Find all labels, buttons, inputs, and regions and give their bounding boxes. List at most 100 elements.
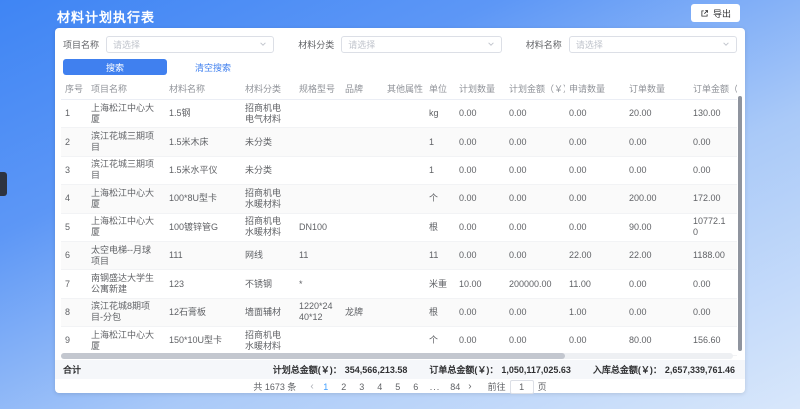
page-number-button[interactable]: 3 [358, 382, 366, 392]
table-cell: 172.00 [689, 185, 737, 213]
table-cell: 0.00 [565, 327, 625, 355]
table-cell: 米重 [425, 270, 455, 298]
table-cell: 滨江花城三期项目 [87, 128, 165, 156]
page-number-button[interactable]: 84 [450, 382, 460, 392]
table-cell [341, 128, 383, 156]
table-cell: 0.00 [565, 156, 625, 184]
table-cell [295, 128, 341, 156]
table-cell [341, 213, 383, 241]
table-row[interactable]: 9上海松江中心大厦150*10U型卡招商机电 水暖材料个0.000.000.00… [61, 327, 737, 355]
left-drawer-handle[interactable] [0, 172, 7, 196]
table-cell: 90.00 [625, 213, 689, 241]
table-cell: 0.00 [455, 100, 505, 128]
table-cell: 6 [61, 241, 87, 269]
table-row[interactable]: 7南钢盛达大学生公寓新建123不锈钢*米重10.00200000.0011.00… [61, 270, 737, 298]
table-cell: 墙面辅材 [241, 298, 295, 326]
table-cell [295, 100, 341, 128]
material-name-select[interactable]: 请选择 [569, 36, 737, 53]
column-header: 材料名称 [165, 78, 241, 100]
table-cell: 3 [61, 156, 87, 184]
table-cell: 上海松江中心大厦 [87, 185, 165, 213]
project-name-select[interactable]: 请选择 [106, 36, 274, 53]
table-cell: 太空电梯--月球项目 [87, 241, 165, 269]
chevron-down-icon [259, 40, 267, 48]
pagination-total-text: 共 1673 条 [253, 380, 296, 393]
page-number-button[interactable]: 2 [340, 382, 348, 392]
table-cell: 滨江花城三期项目 [87, 156, 165, 184]
table-cell: 1188.00 [689, 241, 737, 269]
table-cell [341, 241, 383, 269]
table-cell: DN100 [295, 213, 341, 241]
column-header: 序号 [61, 78, 87, 100]
column-header: 订单数量 [625, 78, 689, 100]
table-cell [383, 241, 425, 269]
table-row[interactable]: 4上海松江中心大厦100*8U型卡招商机电 水暖材料个0.000.000.002… [61, 185, 737, 213]
table-row[interactable]: 6太空电梯--月球项目111网线11110.000.0022.0022.0011… [61, 241, 737, 269]
table-row[interactable]: 2滨江花城三期项目1.5米木床未分类10.000.000.000.000.00 [61, 128, 737, 156]
table-cell: 150*10U型卡 [165, 327, 241, 355]
table-row[interactable]: 1上海松江中心大厦1.5钢招商机电 电气材料kg0.000.000.0020.0… [61, 100, 737, 128]
column-header: 材料分类 [241, 78, 295, 100]
table-cell: 100镀锌管G [165, 213, 241, 241]
page-number-button[interactable]: 6 [412, 382, 420, 392]
table-cell: 10772.10 [689, 213, 737, 241]
table-cell: 0.00 [455, 327, 505, 355]
table-cell: 0.00 [455, 156, 505, 184]
clear-search-link[interactable]: 清空搜索 [195, 61, 231, 74]
table-cell [295, 327, 341, 355]
table-cell: kg [425, 100, 455, 128]
table-cell [341, 185, 383, 213]
vertical-scrollbar[interactable] [738, 96, 742, 351]
table-cell: 0.00 [565, 185, 625, 213]
table-cell: 1.5钢 [165, 100, 241, 128]
table-cell: 0.00 [505, 241, 565, 269]
table-cell: 0.00 [505, 185, 565, 213]
table-cell: 0.00 [689, 128, 737, 156]
table-row[interactable]: 3滨江花城三期项目1.5米水平仪未分类10.000.000.000.000.00 [61, 156, 737, 184]
table-cell: 0.00 [565, 128, 625, 156]
material-category-select[interactable]: 请选择 [341, 36, 502, 53]
chevron-down-icon [487, 40, 495, 48]
inbound-total-label: 入库总金额(￥)： [593, 365, 662, 375]
table-cell: 0.00 [505, 327, 565, 355]
table-container: 序号项目名称材料名称材料分类规格型号品牌其他属性单位计划数量计划金额（￥）申请数… [61, 78, 739, 356]
goto-page-input[interactable] [510, 380, 534, 394]
next-page-button[interactable]: › [466, 382, 473, 392]
table-cell: 根 [425, 298, 455, 326]
table-cell: 招商机电 水暖材料 [241, 213, 295, 241]
table-cell: 1 [61, 100, 87, 128]
table-cell: 11.00 [565, 270, 625, 298]
export-button[interactable]: 导出 [691, 4, 740, 22]
table-cell: 111 [165, 241, 241, 269]
column-header: 单位 [425, 78, 455, 100]
planned-total-label: 计划总金额(￥)： [273, 365, 342, 375]
page-number-button[interactable]: 1 [322, 382, 330, 392]
search-button[interactable]: 搜索 [63, 59, 167, 75]
horizontal-scrollbar-thumb[interactable] [61, 353, 565, 359]
table-cell [341, 156, 383, 184]
table-cell: 8 [61, 298, 87, 326]
page-number-list: 123456...84 [322, 382, 461, 392]
table-cell: 1 [425, 156, 455, 184]
page-number-button[interactable]: 4 [376, 382, 384, 392]
table-cell: 100*8U型卡 [165, 185, 241, 213]
table-cell [383, 185, 425, 213]
table-cell [383, 327, 425, 355]
table-cell: 200.00 [625, 185, 689, 213]
table-cell [341, 270, 383, 298]
horizontal-scrollbar[interactable] [61, 353, 733, 359]
table-cell: 0.00 [689, 270, 737, 298]
table-cell: 0.00 [565, 100, 625, 128]
table-cell [383, 100, 425, 128]
table-cell: 0.00 [505, 156, 565, 184]
column-header: 申请数量 [565, 78, 625, 100]
table-cell: 2 [61, 128, 87, 156]
table-row[interactable]: 8滨江花城8期项目-分包12石膏板墙面辅材1220*2440*12龙牌根0.00… [61, 298, 737, 326]
prev-page-button[interactable]: ‹ [308, 382, 315, 392]
page-number-button[interactable]: 5 [394, 382, 402, 392]
table-cell: 80.00 [625, 327, 689, 355]
action-bar: 搜索 清空搜索 [63, 59, 231, 75]
table-cell: 1.5米水平仪 [165, 156, 241, 184]
material-name-label: 材料名称 [526, 38, 562, 51]
table-row[interactable]: 5上海松江中心大厦100镀锌管G招商机电 水暖材料DN100根0.000.000… [61, 213, 737, 241]
